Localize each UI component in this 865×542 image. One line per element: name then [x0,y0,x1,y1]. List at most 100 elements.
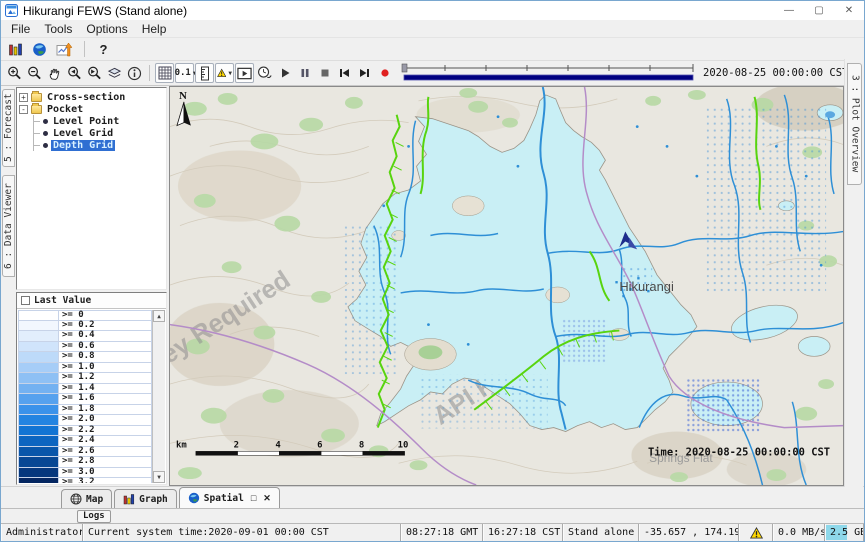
legend-row[interactable]: >= 0.4 [18,331,152,342]
skip-to-end-button[interactable] [355,63,374,83]
stop-button[interactable] [315,63,334,83]
legend-row-label: >= 0 [59,311,84,320]
status-text: Current system time:2020-09-01 00:00 CST [88,527,329,538]
tree-item-level-grid[interactable]: Level Grid [34,127,164,139]
menu-item-tools[interactable]: Tools [37,22,79,36]
pause-button[interactable] [295,63,314,83]
tree-item-depth-grid[interactable]: Depth Grid [34,139,164,151]
main-toolbar: ? [1,38,864,60]
zoom-in-icon[interactable] [5,63,24,83]
tab-graph[interactable]: Graph [114,489,177,508]
tree-item-level-point[interactable]: Level Point [34,115,164,127]
grid-icon [158,66,172,80]
legend-row[interactable]: >= 2.4 [18,436,152,447]
play-button[interactable] [275,63,294,83]
legend-row[interactable]: >= 1.6 [18,394,152,405]
tab-close-icon[interactable]: ✕ [263,493,271,504]
logs-button[interactable]: Logs [77,510,111,523]
legend-swatch [19,457,59,467]
skip-to-start-button[interactable] [335,63,354,83]
tab-map[interactable]: Map [61,489,112,508]
map-time-label: Time: 2020-08-25 00:00:00 CST [648,446,830,458]
status-text: Administrator [6,527,83,538]
svg-text:2: 2 [234,440,239,450]
last-value-checkbox[interactable] [21,296,30,305]
map-canvas[interactable]: API Key Required API Key Required [170,87,843,485]
zoom-previous-icon[interactable] [65,63,84,83]
explorer-bars-icon[interactable] [6,39,25,59]
close-button[interactable]: ✕ [834,1,864,20]
last-value-label: Last Value [34,295,91,306]
tab-spatial[interactable]: Spatial□✕ [179,487,280,508]
globe-icon[interactable] [30,39,49,59]
chart-up-icon[interactable] [54,39,75,59]
spatial-globe-icon [188,492,200,504]
legend-row[interactable]: >= 2.8 [18,457,152,468]
legend-swatch [19,426,59,436]
menu-item-options[interactable]: Options [79,22,134,36]
scroll-up-icon[interactable]: ▲ [153,310,165,322]
legend-swatch [19,352,59,362]
legend-header: Last Value [17,293,166,309]
legend-row[interactable]: >= 0 [18,310,152,321]
tab-maximize-icon[interactable]: □ [251,493,256,503]
scroll-down-icon[interactable]: ▼ [153,471,165,483]
legend-row-label: >= 2.6 [59,447,95,457]
tab-plot-overview[interactable]: 3 : Plot Overview [847,63,862,185]
tree-item-label: Level Grid [51,128,115,139]
status-text: 2.5 GB [830,527,864,538]
tree-item-pocket[interactable]: -Pocket [19,103,164,115]
legend-swatch [19,394,59,404]
bullet-icon [43,119,48,124]
status-text: 0.0 MB/s [778,527,825,538]
minimize-button[interactable]: — [774,1,804,20]
tab-forecast[interactable]: 5 : Forecast [2,89,15,167]
legend-swatch [19,405,59,415]
legend-row[interactable]: >= 2.0 [18,415,152,426]
bullet-icon [43,143,48,148]
scale-ruler-button[interactable] [195,63,214,83]
grid-display-button[interactable] [155,63,174,83]
expander-icon[interactable]: - [19,105,28,114]
tree-item-cross-section[interactable]: +Cross-section [19,91,164,103]
legend-swatch [19,468,59,478]
expander-icon[interactable]: + [19,93,28,102]
legend-row[interactable]: >= 3.2 [18,478,152,483]
help-button[interactable]: ? [94,39,113,59]
data-viewer-panel: +Cross-section-PocketLevel PointLevel Gr… [15,86,169,486]
zoom-out-icon[interactable] [25,63,44,83]
graph-bars-icon [123,493,135,505]
timeline-slider[interactable] [401,62,696,85]
timeline-handle[interactable] [402,64,407,72]
menu-item-help[interactable]: Help [135,22,174,36]
legend-row[interactable]: >= 0.8 [18,352,152,363]
status-text: 16:27:18 CST [488,527,560,538]
info-icon[interactable] [125,63,144,83]
tab-data-viewer[interactable]: 6 : Data Viewer [2,175,15,277]
pan-hand-icon[interactable] [45,63,64,83]
logs-row: Logs [1,508,864,523]
legend-scrollbar[interactable]: ▲ ▼ [152,310,165,483]
record-button[interactable] [375,63,394,83]
animation-clock-icon[interactable] [255,63,274,83]
warnings-dropdown[interactable]: ▼ [215,63,234,83]
animation-window-button[interactable] [235,63,254,83]
zoom-next-icon[interactable] [85,63,104,83]
main-content: 5 : Forecast 6 : Data Viewer +Cross-sect… [1,86,844,486]
menu-item-file[interactable]: File [4,22,37,36]
maximize-button[interactable]: ▢ [804,1,834,20]
layers-icon[interactable] [105,63,124,83]
legend-row[interactable]: >= 1.2 [18,373,152,384]
point-size-dropdown[interactable]: 0.1 ▼ [175,63,194,83]
svg-text:6: 6 [317,440,322,450]
status-cell-administrator: Administrator [1,524,83,541]
legend-swatch [19,342,59,352]
legend-row-label: >= 1.0 [59,363,95,373]
chevron-down-icon: ▼ [228,70,232,77]
tree-item-label: Depth Grid [51,140,115,151]
right-tab-strip: 3 : Plot Overview [844,59,863,487]
legend-swatch [19,436,59,446]
status-text: 08:27:18 GMT [406,527,478,538]
status-bar: Administrator Current system time:2020-09… [1,523,864,541]
legend-row-label: >= 0.8 [59,352,95,362]
